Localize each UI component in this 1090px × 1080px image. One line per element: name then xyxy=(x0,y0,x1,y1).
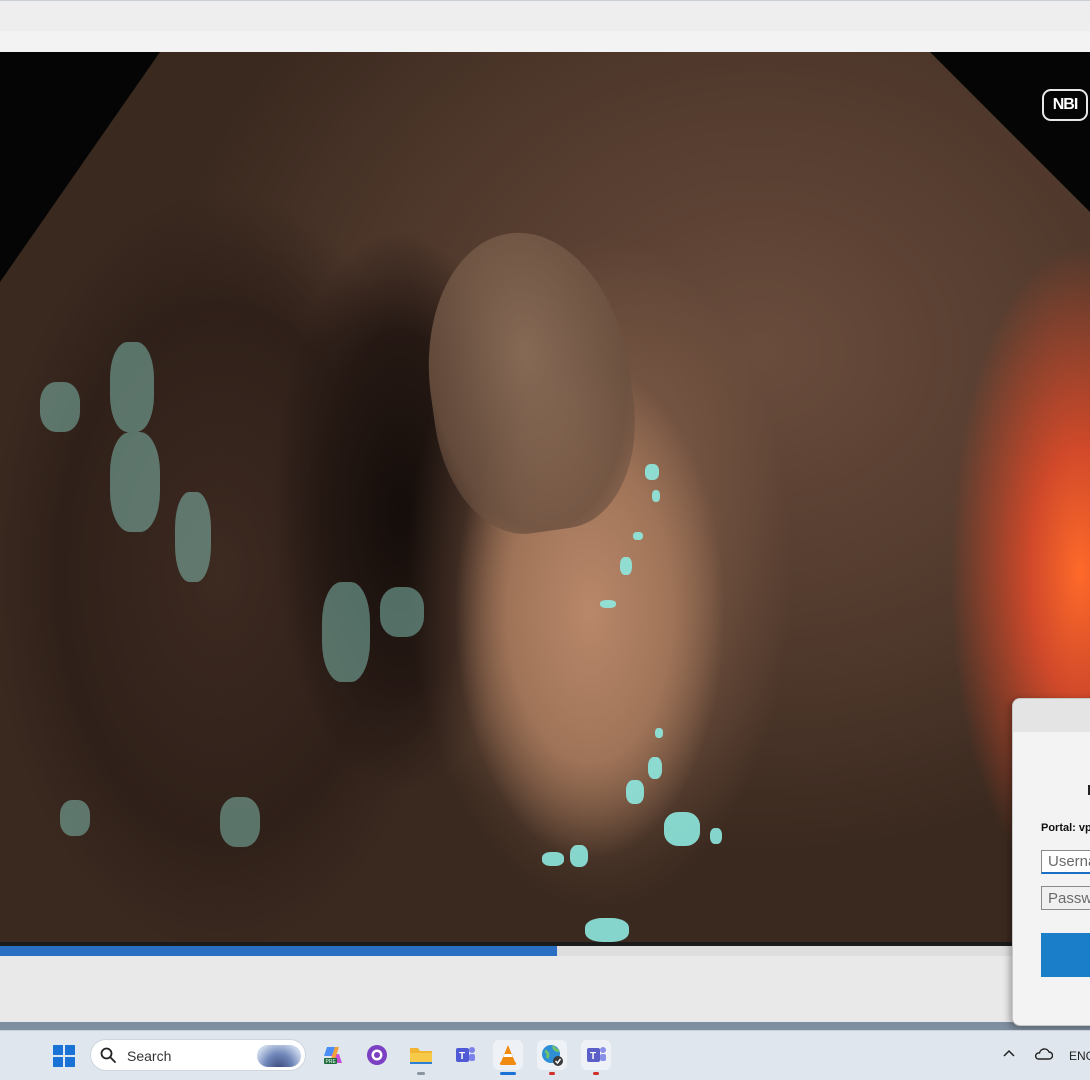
light-reflection xyxy=(652,490,660,502)
start-button[interactable] xyxy=(53,1045,75,1067)
light-reflection xyxy=(570,845,588,867)
nbi-mode-badge: NBI xyxy=(1042,89,1088,121)
light-reflection xyxy=(664,812,700,846)
light-reflection xyxy=(645,464,659,480)
light-reflection xyxy=(322,582,370,682)
light-reflection xyxy=(542,852,564,866)
attention-indicator xyxy=(593,1072,599,1075)
windows-logo-pane xyxy=(53,1045,63,1055)
file-explorer-button[interactable] xyxy=(406,1040,436,1075)
teams-app-button[interactable]: T xyxy=(581,1040,611,1075)
light-reflection xyxy=(648,757,662,779)
teams-icon: T xyxy=(456,1047,475,1062)
light-reflection xyxy=(110,342,154,432)
browser-icon xyxy=(542,1045,563,1066)
seek-bar[interactable] xyxy=(0,946,1090,956)
portal-label: Portal: vp xyxy=(1041,822,1090,834)
vlc-button[interactable] xyxy=(493,1040,523,1075)
light-reflection xyxy=(620,557,632,575)
windows-logo-pane xyxy=(65,1045,75,1055)
search-label: Search xyxy=(127,1048,172,1064)
endoscopy-image xyxy=(0,52,1090,942)
light-reflection xyxy=(175,492,211,582)
window-title-bar xyxy=(0,0,1090,31)
connect-button[interactable] xyxy=(1041,933,1090,977)
copilot-button[interactable]: PRE xyxy=(318,1040,348,1070)
seek-bar-progress xyxy=(0,946,557,956)
windows-logo-pane xyxy=(53,1057,63,1067)
chevron-up-icon[interactable] xyxy=(1002,1047,1016,1061)
menu-bar xyxy=(0,31,1090,52)
svg-text:T: T xyxy=(590,1051,596,1062)
light-reflection xyxy=(220,797,260,847)
svg-text:PRE: PRE xyxy=(326,1059,337,1065)
light-reflection xyxy=(710,828,722,844)
copilot-icon: PRE xyxy=(324,1047,342,1065)
dialog-title-bar[interactable] xyxy=(1013,699,1090,732)
attention-indicator xyxy=(549,1072,555,1075)
github-desktop-button[interactable] xyxy=(362,1040,392,1070)
light-reflection xyxy=(626,780,644,804)
video-frame[interactable]: NBI xyxy=(0,52,1090,942)
svg-text:T: T xyxy=(459,1051,465,1062)
username-field[interactable] xyxy=(1041,850,1090,874)
mucosal-fold xyxy=(410,219,650,545)
light-reflection xyxy=(585,918,629,942)
browser-button[interactable] xyxy=(537,1040,567,1075)
search-icon xyxy=(100,1047,116,1063)
light-reflection xyxy=(600,600,616,608)
teams-button[interactable]: T xyxy=(450,1040,480,1070)
onedrive-cloud-icon[interactable] xyxy=(1033,1047,1053,1061)
light-reflection xyxy=(633,532,643,540)
open-indicator xyxy=(417,1072,425,1075)
github-icon xyxy=(367,1045,387,1065)
vlc-icon xyxy=(500,1045,516,1065)
search-highlight-image xyxy=(257,1045,301,1067)
file-explorer-icon xyxy=(410,1048,432,1064)
light-reflection xyxy=(655,728,663,738)
teams-app-icon: T xyxy=(587,1047,606,1062)
vpn-login-dialog: Portal: vp xyxy=(1012,698,1090,1026)
active-indicator xyxy=(500,1072,516,1075)
windows-logo-pane xyxy=(65,1057,75,1067)
taskbar-search-box[interactable]: Search xyxy=(90,1039,306,1071)
language-indicator[interactable]: ENG xyxy=(1069,1049,1090,1063)
desktop-strip xyxy=(0,1022,1090,1030)
light-reflection xyxy=(110,432,160,532)
light-reflection xyxy=(40,382,80,432)
password-field[interactable] xyxy=(1041,886,1090,910)
light-reflection xyxy=(60,800,90,836)
taskbar: Search PRE T T EN xyxy=(0,1030,1090,1080)
light-reflection xyxy=(380,587,424,637)
player-controls xyxy=(0,956,1090,1022)
